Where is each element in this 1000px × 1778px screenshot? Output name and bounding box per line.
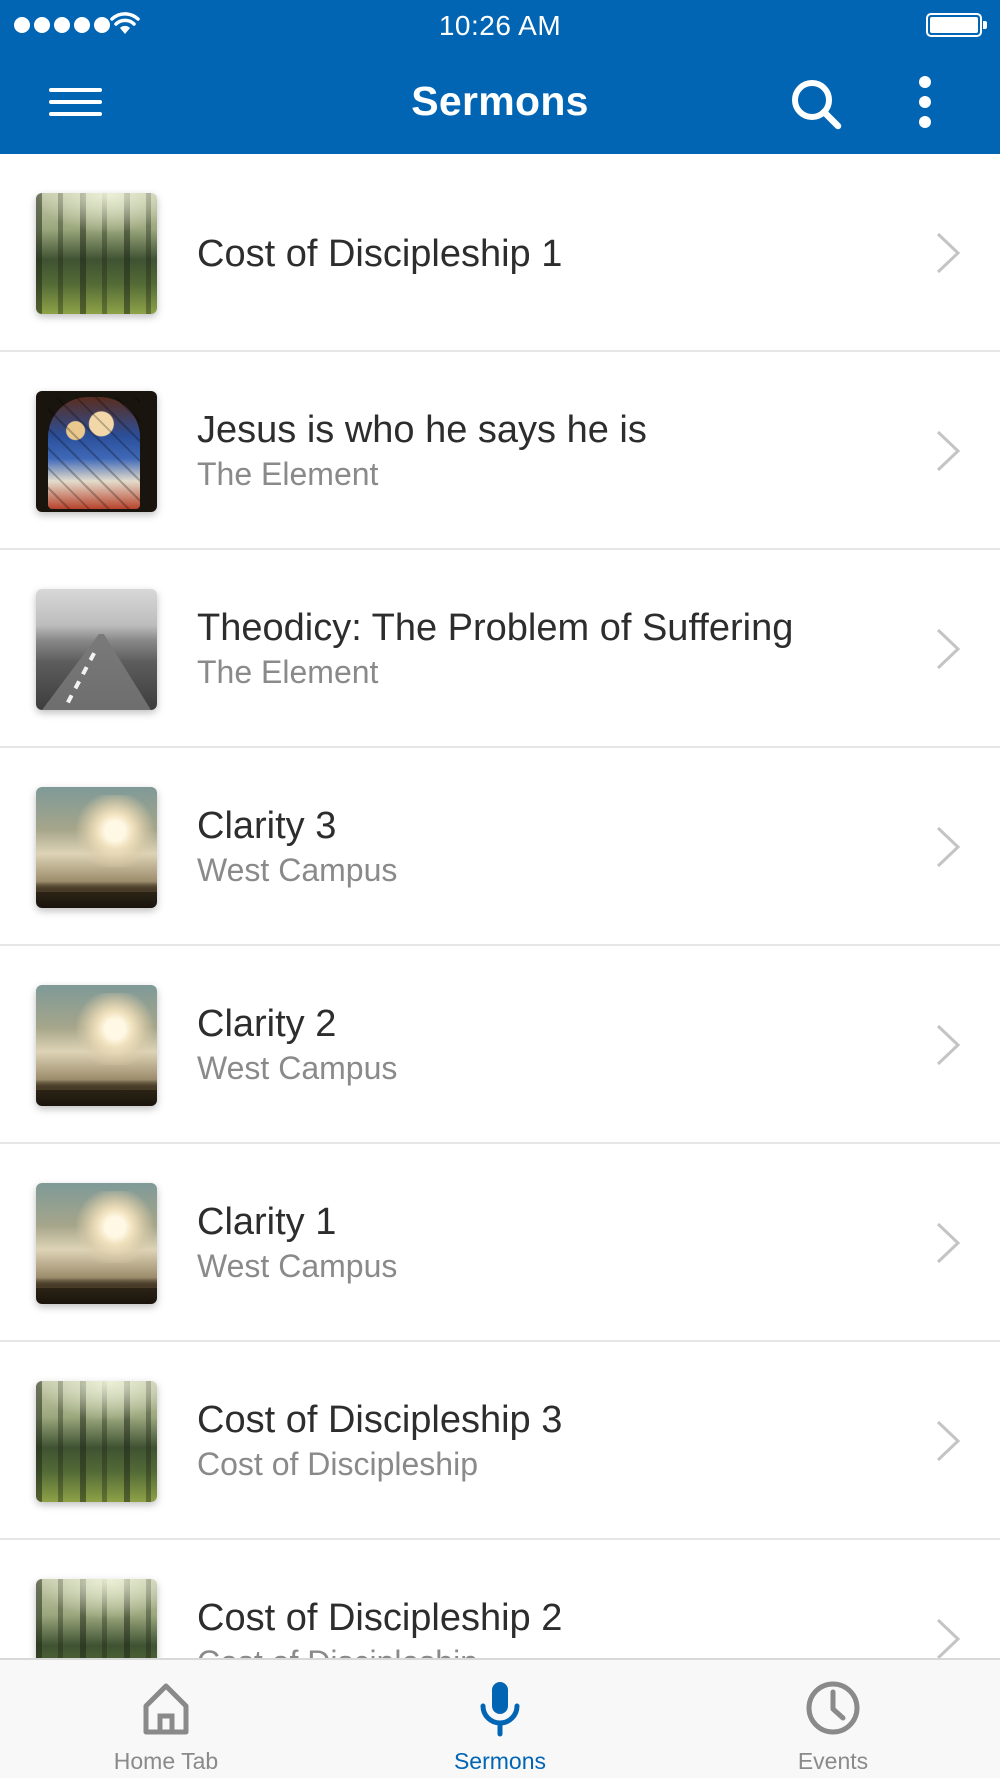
chevron-right-icon bbox=[936, 1618, 961, 1658]
sermon-thumbnail bbox=[36, 985, 157, 1106]
sermon-row[interactable]: Cost of Discipleship 1 bbox=[0, 154, 1000, 352]
sermon-series: The Element bbox=[197, 456, 379, 492]
sermon-row[interactable]: Cost of Discipleship 2 Cost of Disciples… bbox=[0, 1540, 1000, 1658]
home-icon bbox=[143, 1683, 189, 1735]
sermon-list: Cost of Discipleship 1 Jesus is who he s… bbox=[0, 154, 1000, 1658]
tab-home[interactable]: Home Tab bbox=[41, 1660, 291, 1778]
sermon-title: Clarity 2 bbox=[197, 1003, 337, 1045]
sermon-title: Cost of Discipleship 1 bbox=[197, 233, 563, 275]
tab-label: Sermons bbox=[453, 1748, 547, 1774]
more-vert-icon bbox=[919, 76, 931, 88]
sermon-row[interactable]: Cost of Discipleship 3 Cost of Disciples… bbox=[0, 1342, 1000, 1540]
sermon-series: West Campus bbox=[197, 1248, 398, 1284]
sermon-thumbnail bbox=[36, 1183, 157, 1304]
sermon-row[interactable]: Theodicy: The Problem of Suffering The E… bbox=[0, 550, 1000, 748]
chevron-right-icon bbox=[936, 1420, 961, 1462]
clock-icon bbox=[806, 1681, 860, 1735]
tab-sermons[interactable]: Sermons bbox=[375, 1660, 625, 1778]
sermon-title: Cost of Discipleship 3 bbox=[197, 1399, 563, 1441]
sermon-title: Clarity 1 bbox=[197, 1201, 337, 1243]
sermon-series: Cost of Discipleship bbox=[197, 1642, 910, 1658]
microphone-icon bbox=[480, 1682, 520, 1737]
sermon-title: Clarity 3 bbox=[197, 805, 337, 847]
sermon-thumbnail bbox=[36, 589, 157, 710]
sermon-row[interactable]: Jesus is who he says he is The Element bbox=[0, 352, 1000, 550]
sermon-series: Cost of Discipleship bbox=[197, 1446, 478, 1482]
sermon-title: Jesus is who he says he is bbox=[197, 409, 647, 451]
chevron-right-icon bbox=[936, 232, 961, 274]
page-title: Sermons bbox=[411, 78, 589, 124]
chevron-right-icon bbox=[936, 430, 961, 472]
sermon-thumbnail bbox=[36, 787, 157, 908]
sermon-thumbnail bbox=[36, 391, 157, 512]
sermon-row[interactable]: Clarity 3 West Campus bbox=[0, 748, 1000, 946]
sermon-title: Theodicy: The Problem of Suffering bbox=[197, 607, 794, 649]
sermon-series: West Campus bbox=[197, 1050, 398, 1086]
chevron-right-icon bbox=[936, 826, 961, 868]
chevron-right-icon bbox=[936, 628, 961, 670]
status-bar: 10:26 AM bbox=[0, 0, 1000, 50]
chevron-right-icon bbox=[936, 1222, 961, 1264]
app-bar: Sermons bbox=[0, 50, 1000, 154]
sermon-thumbnail bbox=[36, 193, 157, 314]
sermon-thumbnail bbox=[36, 1579, 157, 1658]
tab-label: Events bbox=[797, 1748, 869, 1774]
search-icon[interactable] bbox=[786, 74, 846, 134]
battery-icon bbox=[926, 13, 987, 37]
tab-events[interactable]: Events bbox=[708, 1660, 958, 1778]
sermon-row[interactable]: Clarity 2 West Campus bbox=[0, 946, 1000, 1144]
sermon-series: West Campus bbox=[197, 852, 398, 888]
sermon-title: Cost of Discipleship 2 bbox=[197, 1597, 563, 1639]
chevron-right-icon bbox=[936, 1024, 961, 1066]
bottom-tab-bar: Home Tab Sermons Events bbox=[0, 1658, 1000, 1778]
status-time: 10:26 AM bbox=[438, 10, 562, 41]
tab-label: Home Tab bbox=[113, 1748, 219, 1774]
more-options-button[interactable] bbox=[900, 72, 950, 132]
sermon-row[interactable]: Clarity 1 West Campus bbox=[0, 1144, 1000, 1342]
sermon-thumbnail bbox=[36, 1381, 157, 1502]
sermon-series: The Element bbox=[197, 654, 379, 690]
